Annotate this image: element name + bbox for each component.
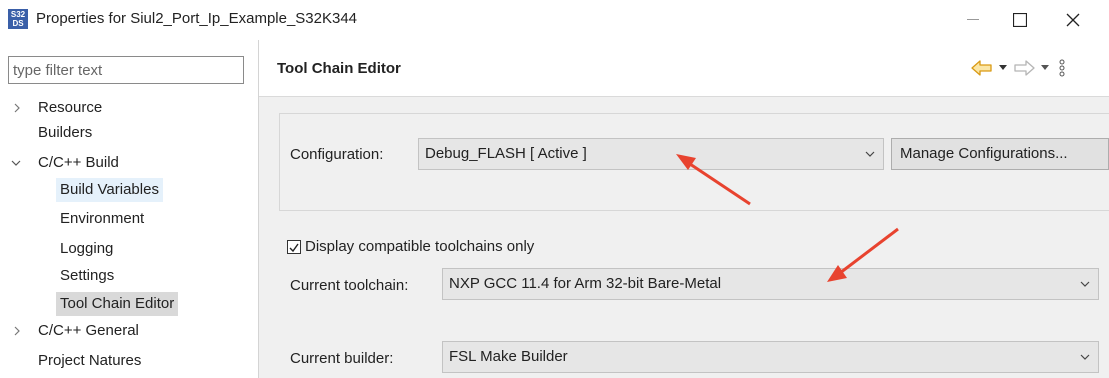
configuration-value: Debug_FLASH [ Active ] — [425, 145, 587, 162]
properties-page: Tool Chain Editor Configuration: Debug_F… — [259, 40, 1109, 378]
sidebar-item-cc-build[interactable]: C/C++ Build — [34, 151, 123, 175]
app-icon-text-bottom: DS — [12, 19, 24, 28]
chevron-down-icon — [1080, 342, 1090, 372]
view-menu-icon[interactable] — [1059, 59, 1065, 77]
current-builder-label: Current builder: — [290, 350, 394, 367]
page-title: Tool Chain Editor — [277, 60, 401, 77]
current-builder-select[interactable]: FSL Make Builder — [442, 341, 1099, 373]
page-nav-toolbar — [971, 58, 1065, 78]
sidebar-item-project-natures[interactable]: Project Natures — [34, 349, 145, 373]
sidebar-item-build-variables[interactable]: Build Variables — [56, 178, 163, 202]
collapse-chevron-icon[interactable] — [10, 151, 22, 183]
window-title: Properties for Siul2_Port_Ip_Example_S32… — [36, 10, 358, 27]
back-dropdown-icon[interactable] — [999, 65, 1007, 71]
sidebar-item-logging[interactable]: Logging — [56, 237, 117, 261]
app-icon-text-top: S32 — [10, 10, 26, 19]
back-arrow-icon[interactable] — [971, 60, 993, 76]
chevron-down-icon — [1080, 269, 1090, 299]
display-compatible-checkbox[interactable] — [287, 240, 301, 254]
sidebar-item-environment[interactable]: Environment — [56, 207, 148, 231]
current-builder-value: FSL Make Builder — [449, 348, 568, 365]
expand-chevron-icon[interactable] — [12, 319, 22, 351]
sidebar-item-settings[interactable]: Settings — [56, 264, 118, 288]
manage-configurations-button[interactable]: Manage Configurations... — [891, 138, 1109, 170]
filter-input[interactable] — [8, 56, 244, 84]
configuration-select[interactable]: Debug_FLASH [ Active ] — [418, 138, 884, 170]
title-bar: S32 DS Properties for Siul2_Port_Ip_Exam… — [0, 0, 1109, 40]
close-button[interactable] — [1050, 4, 1096, 36]
sidebar-item-resource[interactable]: Resource — [34, 96, 106, 120]
maximize-icon — [1013, 13, 1027, 27]
minimize-icon — [967, 19, 979, 20]
minimize-button[interactable] — [950, 4, 996, 36]
configuration-label: Configuration: — [290, 146, 384, 163]
forward-dropdown-icon[interactable] — [1041, 65, 1049, 71]
sidebar-item-builders[interactable]: Builders — [34, 121, 96, 145]
checkmark-icon — [289, 243, 299, 253]
page-header: Tool Chain Editor — [259, 40, 1109, 97]
maximize-button[interactable] — [997, 4, 1043, 36]
chevron-down-icon — [865, 139, 875, 169]
close-icon — [1066, 13, 1080, 27]
current-toolchain-select[interactable]: NXP GCC 11.4 for Arm 32-bit Bare-Metal — [442, 268, 1099, 300]
display-compatible-label[interactable]: Display compatible toolchains only — [305, 238, 534, 255]
forward-arrow-icon[interactable] — [1013, 60, 1035, 76]
current-toolchain-label: Current toolchain: — [290, 277, 409, 294]
sidebar-item-tool-chain-editor[interactable]: Tool Chain Editor — [56, 292, 179, 316]
current-toolchain-value: NXP GCC 11.4 for Arm 32-bit Bare-Metal — [449, 275, 722, 292]
sidebar-item-cc-general[interactable]: C/C++ General — [34, 319, 143, 343]
app-icon: S32 DS — [8, 9, 28, 29]
sidebar: Resource Builders C/C++ Build Build Vari… — [0, 40, 258, 378]
expand-chevron-icon[interactable] — [12, 96, 22, 128]
